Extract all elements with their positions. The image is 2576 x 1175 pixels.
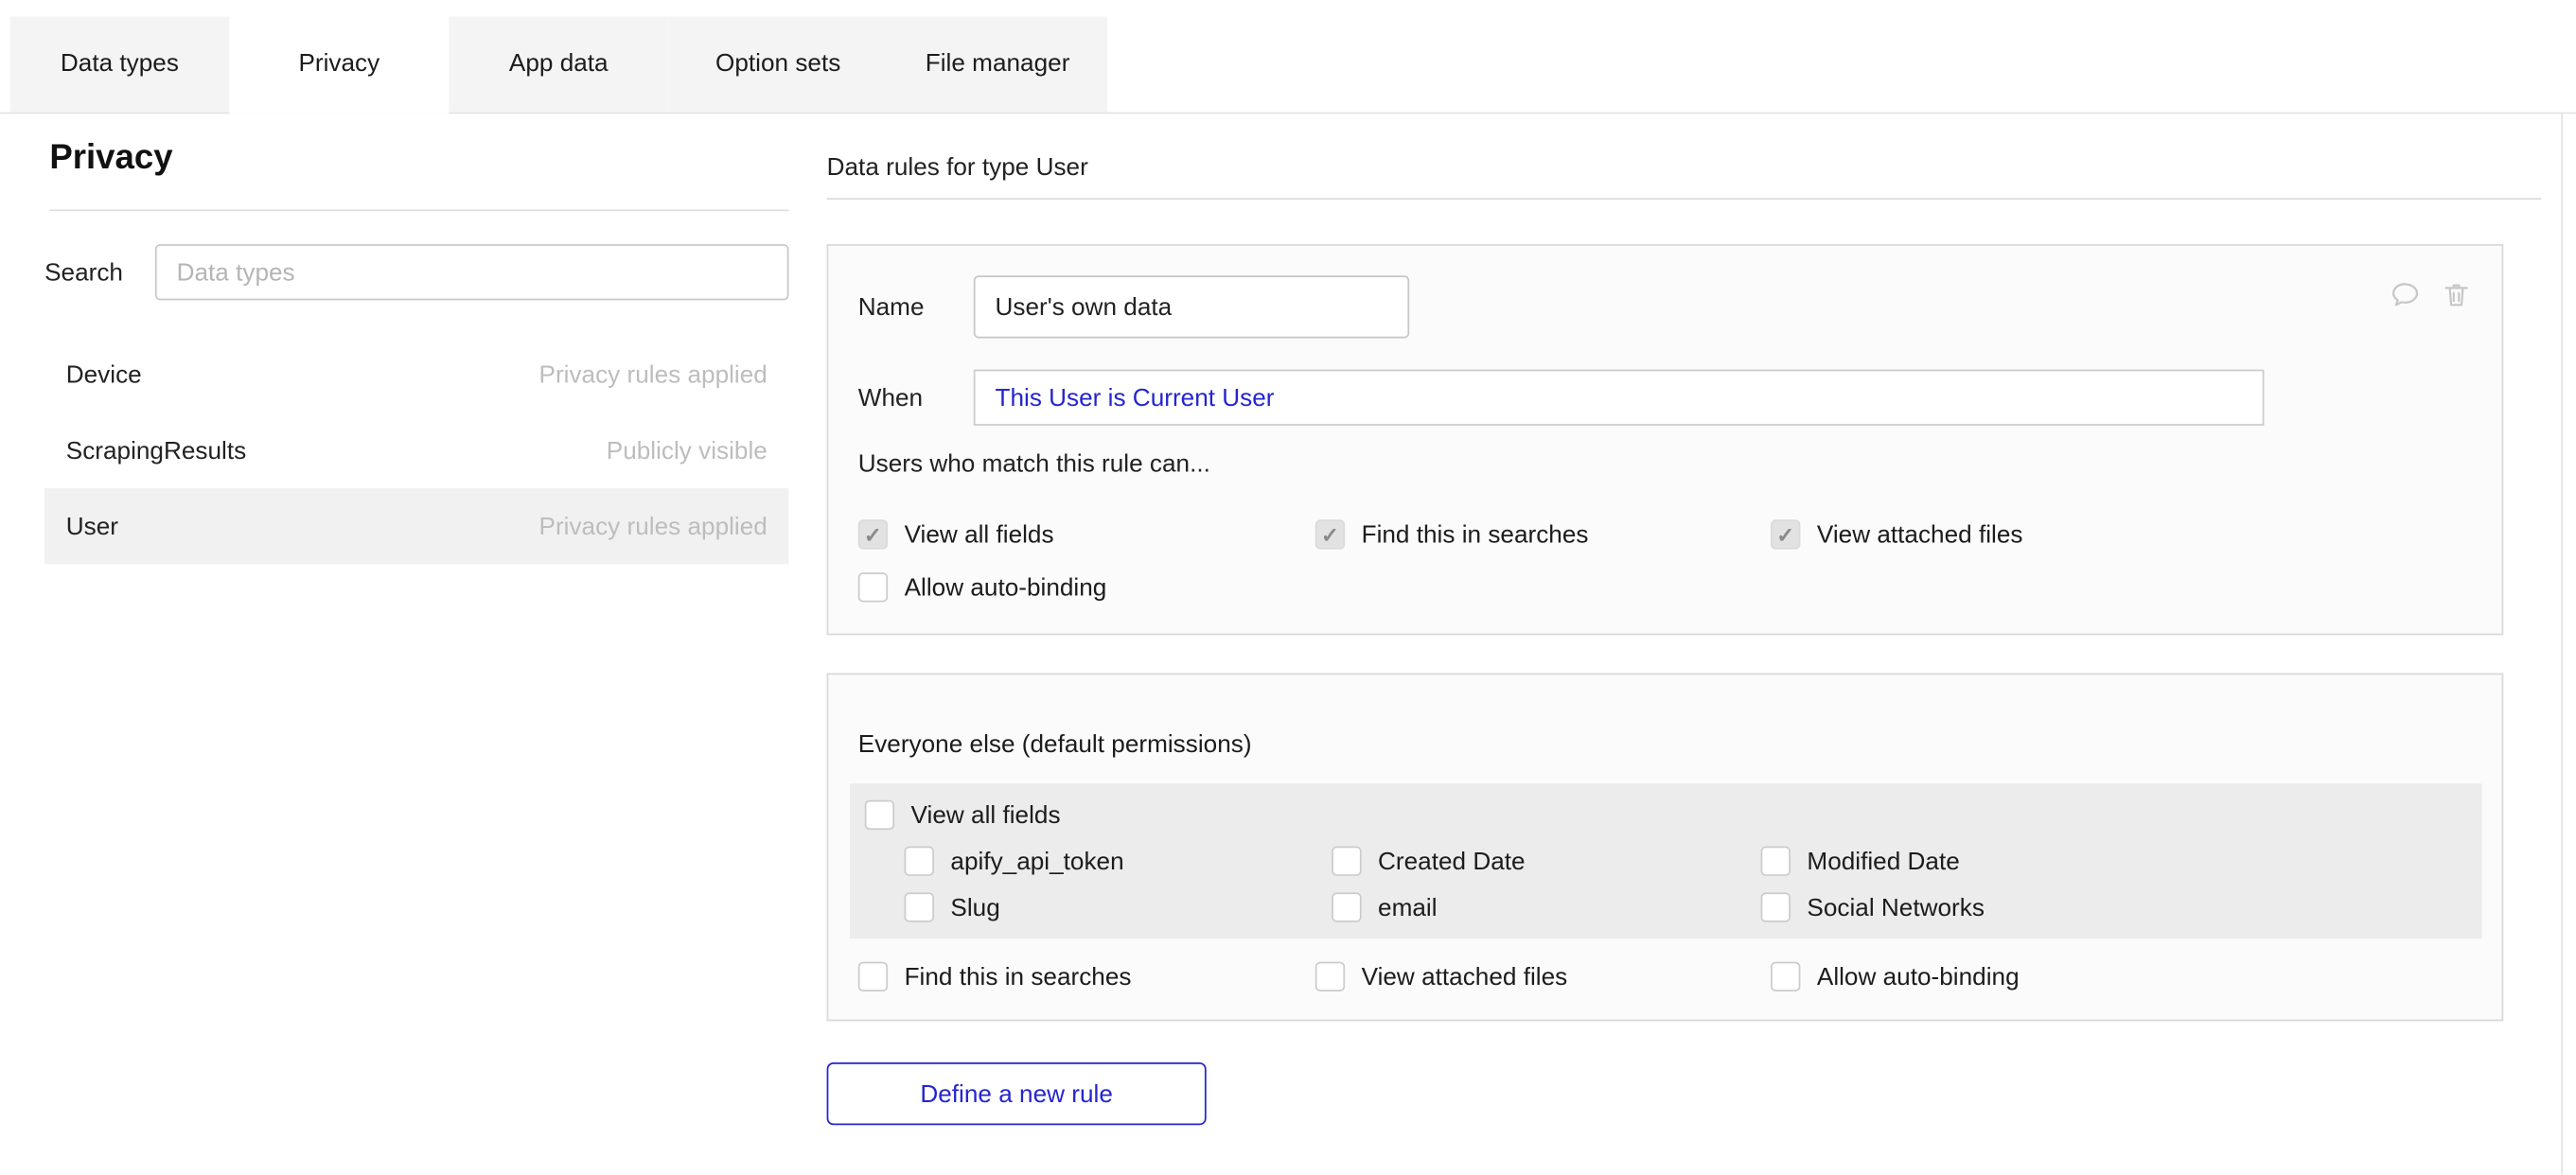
checkbox[interactable] (905, 892, 934, 921)
checkbox-field-social-networks[interactable]: Social Networks (1761, 892, 1985, 921)
define-new-rule-button[interactable]: Define a new rule (827, 1062, 1207, 1125)
checkbox-label: apify_api_token (950, 847, 1123, 875)
list-item-device[interactable]: Device Privacy rules applied (44, 337, 788, 412)
checkbox-field-created-date[interactable]: Created Date (1332, 847, 1760, 876)
tab-bar: Data types Privacy App data Option sets … (9, 16, 1107, 114)
tab-app-data[interactable]: App data (449, 16, 668, 112)
checkbox[interactable] (1761, 847, 1791, 876)
when-condition-value: This User is Current User (995, 383, 1274, 412)
checkbox[interactable] (1771, 519, 1800, 549)
rule-card: Name When This User is Current User User… (827, 244, 2504, 635)
content-title: Data rules for type User (827, 153, 1088, 182)
comment-icon[interactable] (2390, 279, 2421, 310)
checkbox-label: Slug (950, 893, 999, 921)
checkbox[interactable] (858, 962, 888, 991)
content-divider (827, 198, 2542, 200)
checkbox-label: Modified Date (1807, 847, 1959, 875)
checkbox[interactable] (1332, 892, 1361, 921)
checkbox-label: Allow auto-binding (1817, 962, 2020, 991)
checkbox[interactable] (1771, 962, 1800, 991)
tab-data-types[interactable]: Data types (9, 16, 229, 112)
checkbox-field-apify-api-token[interactable]: apify_api_token (905, 847, 1332, 876)
checkbox-allow-auto-binding[interactable]: Allow auto-binding (858, 572, 1107, 602)
page-title: Privacy (49, 138, 172, 178)
rule-name-input[interactable] (974, 275, 1409, 338)
name-label: Name (858, 293, 974, 322)
checkbox[interactable] (858, 572, 888, 602)
name-row: Name (858, 275, 1409, 338)
checkbox[interactable] (858, 519, 888, 549)
checkbox-label: View attached files (1362, 962, 1568, 991)
when-row: When This User is Current User (858, 370, 2265, 426)
checkbox-default-view-attached-files[interactable]: View attached files (1315, 962, 1771, 991)
checkbox[interactable] (1761, 892, 1791, 921)
fields-block: View all fields apify_api_token Created … (850, 783, 2482, 938)
match-rule-text: Users who match this rule can... (858, 450, 1210, 479)
checkbox-label: Find this in searches (905, 962, 1132, 991)
type-name: Device (66, 360, 142, 389)
checkbox-view-attached-files[interactable]: View attached files (1771, 519, 2022, 549)
type-name: ScrapingResults (66, 436, 246, 465)
privacy-settings-page: Data types Privacy App data Option sets … (0, 0, 2576, 1175)
trash-icon[interactable] (2441, 279, 2472, 310)
default-permissions-card: Everyone else (default permissions) View… (827, 673, 2504, 1021)
search-input[interactable] (155, 244, 789, 300)
status-badge: Publicly visible (607, 436, 768, 465)
status-badge: Privacy rules applied (538, 512, 767, 540)
search-label: Search (44, 258, 155, 287)
view-all-fields-row: View all fields (865, 800, 1061, 830)
default-permissions-title: Everyone else (default permissions) (858, 730, 1252, 759)
sidebar-divider (49, 209, 788, 211)
status-badge: Privacy rules applied (538, 360, 767, 389)
checkbox[interactable] (1315, 962, 1345, 991)
rule-permissions-row: View all fields Find this in searches Vi… (858, 519, 2023, 549)
checkbox-label: View all fields (905, 520, 1054, 549)
checkbox-label: Social Networks (1807, 893, 1985, 921)
when-label: When (858, 383, 974, 412)
checkbox-field-modified-date[interactable]: Modified Date (1761, 847, 1985, 876)
checkbox-default-allow-auto-binding[interactable]: Allow auto-binding (1771, 962, 2020, 991)
checkbox-default-view-all-fields[interactable]: View all fields (865, 800, 1061, 830)
when-condition-input[interactable]: This User is Current User (974, 370, 2265, 426)
checkbox[interactable] (1332, 847, 1361, 876)
checkbox-find-in-searches[interactable]: Find this in searches (1315, 519, 1771, 549)
rule-permissions-row-2: Allow auto-binding (858, 572, 1107, 602)
checkbox-label: email (1378, 893, 1438, 921)
type-name: User (66, 512, 118, 540)
checkbox[interactable] (905, 847, 934, 876)
checkbox[interactable] (865, 800, 894, 830)
checkbox-view-all-fields[interactable]: View all fields (858, 519, 1315, 549)
default-permissions-row: Find this in searches View attached file… (858, 962, 2020, 991)
list-item-user[interactable]: User Privacy rules applied (44, 488, 788, 564)
checkbox-label: Created Date (1378, 847, 1526, 875)
checkbox-field-slug[interactable]: Slug (905, 892, 1332, 921)
tab-option-sets[interactable]: Option sets (668, 16, 888, 112)
checkbox-label: Allow auto-binding (905, 573, 1107, 602)
checkbox[interactable] (1315, 519, 1345, 549)
list-item-scrapingresults[interactable]: ScrapingResults Publicly visible (44, 412, 788, 488)
tab-file-manager[interactable]: File manager (888, 16, 1107, 112)
checkbox-label: View attached files (1817, 520, 2023, 549)
search-row: Search (44, 244, 788, 300)
checkbox-label: Find this in searches (1362, 520, 1589, 549)
scrollbar[interactable] (2561, 113, 2563, 1175)
fields-grid: apify_api_token Created Date Modified Da… (905, 847, 1985, 922)
rule-card-actions (2390, 279, 2472, 310)
tab-privacy[interactable]: Privacy (229, 16, 449, 114)
checkbox-field-email[interactable]: email (1332, 892, 1760, 921)
data-type-list: Device Privacy rules applied ScrapingRes… (44, 337, 788, 565)
checkbox-label: View all fields (911, 801, 1061, 830)
checkbox-default-find-in-searches[interactable]: Find this in searches (858, 962, 1315, 991)
